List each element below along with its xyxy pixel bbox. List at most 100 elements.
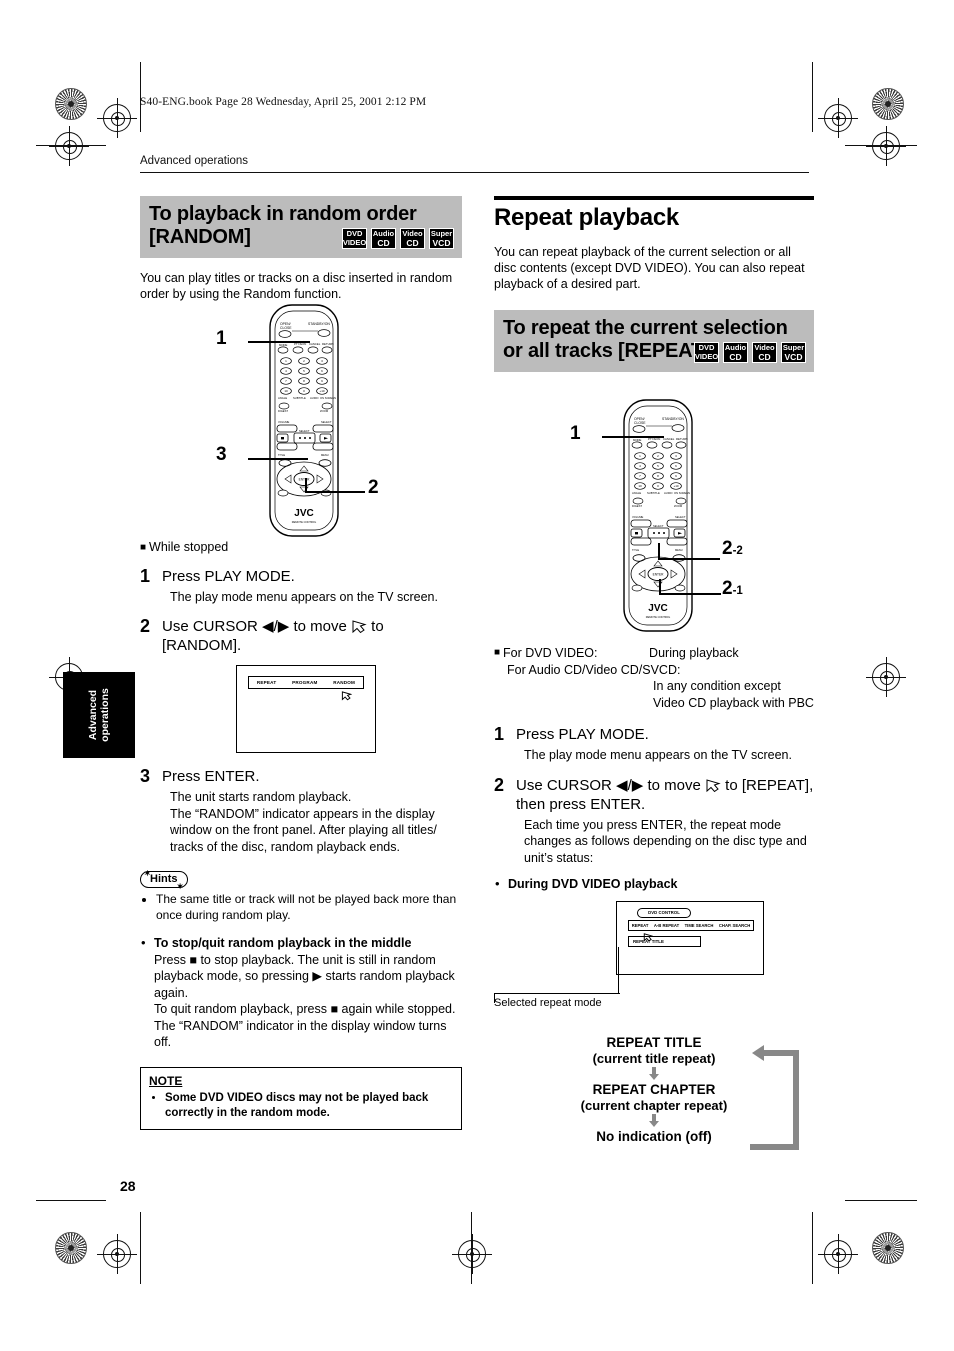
svg-text:SUBTITLE: SUBTITLE (647, 491, 660, 495)
svg-text:MENU: MENU (321, 453, 329, 457)
condition-value: During playback (649, 646, 739, 660)
remote-control-illustration-repeat: OPEN/ CLOSE STANDBY/ON PLAYMODE PTY/EON … (612, 398, 704, 633)
repeat-mode-flow-diagram: REPEAT TITLE (current title repeat) REPE… (494, 1035, 814, 1157)
svg-text:RETURN: RETURN (676, 437, 688, 441)
step-3-random: 3 Press ENTER. The unit starts random pl… (140, 766, 462, 855)
crop-line (36, 1200, 106, 1201)
condition-label: For DVD VIDEO: (503, 646, 598, 660)
svg-text:SELECT: SELECT (653, 524, 664, 528)
menu-item-ab-repeat: A-B REPEAT (653, 922, 680, 928)
note-list: Some DVD VIDEO discs may not be played b… (149, 1091, 453, 1121)
play-mode-menu-screenshot: REPEAT PROGRAM RANDOM (236, 665, 376, 753)
hint-item: The same title or track will not be play… (156, 892, 462, 923)
svg-text:MODE: MODE (633, 438, 642, 442)
svg-text:CANCEL: CANCEL (309, 342, 321, 346)
right-column: Repeat playback You can repeat playback … (494, 196, 814, 372)
hints-badge: ✶ ✶ Hints (140, 869, 188, 891)
square-bullet-icon: ■ (140, 542, 147, 553)
svg-text:CLOSE: CLOSE (280, 326, 292, 330)
page-number: 28 (120, 1178, 136, 1194)
badge-video-cd: Video CD (400, 228, 425, 249)
left-column: To playback in random order [RANDOM] DVD… (140, 196, 462, 302)
registration-mark (97, 1234, 137, 1274)
badge-dvd-video: DVD VIDEO (694, 342, 719, 363)
callout-line (659, 593, 721, 595)
step-number: 2 (494, 774, 505, 795)
callout-line (659, 579, 661, 594)
star-registration-mark (872, 1232, 904, 1264)
svg-text:CLOSE: CLOSE (634, 421, 646, 425)
svg-text:REMOTE CONTROL: REMOTE CONTROL (646, 615, 671, 619)
svg-text:ANGLE: ANGLE (632, 491, 641, 495)
svg-text:VOLUME: VOLUME (278, 420, 290, 424)
step-title: Press PLAY MODE. (516, 726, 649, 743)
svg-text:JVC: JVC (648, 603, 667, 614)
svg-text:ENTER: ENTER (653, 573, 665, 577)
manual-page: S40-ENG.book Page 28 Wednesday, April 25… (0, 0, 954, 1351)
menu-item-random: RANDOM (333, 680, 356, 685)
condition-block: ■ For DVD VIDEO: During playback For Aud… (494, 645, 814, 711)
callout-line (602, 436, 664, 438)
registration-mark (452, 1234, 492, 1274)
selected-repeat-mode-caption: Selected repeat mode (494, 996, 602, 1009)
svg-text:10: 10 (638, 484, 642, 488)
callout-2-1-repeat: 2-1 (722, 578, 743, 599)
side-tab-advanced-operations: Advanced operations (63, 672, 135, 758)
leader-line (494, 992, 620, 994)
bullet-icon: • (141, 935, 146, 950)
registration-mark (97, 98, 137, 138)
square-bullet-icon: ■ (494, 647, 501, 658)
condition-value: In any condition except Video CD playbac… (653, 679, 814, 710)
step-detail: The unit starts random playback. The “RA… (170, 790, 437, 854)
callout-line (305, 478, 307, 492)
pointer-cursor-icon (341, 688, 353, 701)
pointer-cursor-icon (705, 778, 721, 793)
callout-1-random: 1 (216, 328, 227, 349)
badge-dvd-video: DVD VIDEO (342, 228, 367, 249)
svg-text:ZOOM: ZOOM (674, 504, 683, 508)
note-label: NOTE (149, 1073, 183, 1088)
star-registration-mark (55, 1232, 87, 1264)
condition-while-stopped: ■ While stopped (140, 540, 229, 554)
svg-text:DIGEST: DIGEST (278, 409, 288, 413)
section-rule (494, 196, 814, 200)
hints-list: The same title or track will not be play… (140, 892, 462, 923)
svg-text:+10: +10 (319, 389, 324, 393)
badge-super-vcd: Super VCD (429, 228, 454, 249)
side-tab-label: Advanced operations (86, 688, 112, 742)
svg-text:JVC: JVC (294, 508, 313, 519)
dvd-control-screenshot: DVD CONTROL REPEAT A-B REPEAT TIME SEARC… (616, 900, 764, 975)
registration-mark (866, 126, 906, 166)
hints-block: ✶ ✶ Hints The same title or track will n… (140, 869, 462, 923)
registration-mark (818, 1234, 858, 1274)
svg-text:ON SCREEN: ON SCREEN (320, 396, 336, 400)
left-column-steps: ■ While stopped 1 Press PLAY MODE. The pl… (140, 533, 462, 1130)
menu-item-repeat: REPEAT (256, 680, 277, 685)
svg-text:TITLE: TITLE (632, 548, 639, 552)
stop-quit-body: Press ■ to stop playback. The unit is st… (154, 952, 456, 1050)
registration-mark (49, 126, 89, 166)
random-heading-block: To playback in random order [RANDOM] DVD… (140, 196, 462, 258)
breadcrumb: Advanced operations (140, 155, 249, 167)
callout-3-random: 3 (216, 444, 227, 465)
repeat-intro: You can repeat playback of the current s… (494, 245, 805, 291)
step-detail: The play mode menu appears on the TV scr… (524, 748, 792, 762)
callout-2-2-repeat: 2-2 (722, 538, 743, 559)
menu-item-program: PROGRAM (292, 680, 318, 685)
svg-text:SUBTITLE: SUBTITLE (293, 396, 306, 400)
callout-line (658, 543, 660, 559)
step-1-repeat: 1 Press PLAY MODE. The play mode menu ap… (494, 724, 814, 764)
selected-repeat-mode-box: REPEAT TITLE (628, 935, 701, 947)
leader-line (618, 946, 620, 994)
svg-text:ON SCREEN: ON SCREEN (674, 491, 690, 495)
step-detail: Each time you press ENTER, the repeat mo… (524, 817, 807, 865)
star-registration-mark (872, 88, 904, 120)
svg-text:ZOOM: ZOOM (320, 409, 329, 413)
step-title: Press PLAY MODE. (162, 567, 295, 585)
note-box: NOTE Some DVD VIDEO discs may not be pla… (140, 1066, 462, 1130)
badge-audio-cd: Audio CD (371, 228, 396, 249)
menu-item-time-search: TIME SEARCH (684, 922, 714, 928)
menu-item-repeat: REPEAT (631, 922, 649, 928)
callout-line (305, 491, 365, 493)
badge-super-vcd: Super VCD (781, 342, 806, 363)
